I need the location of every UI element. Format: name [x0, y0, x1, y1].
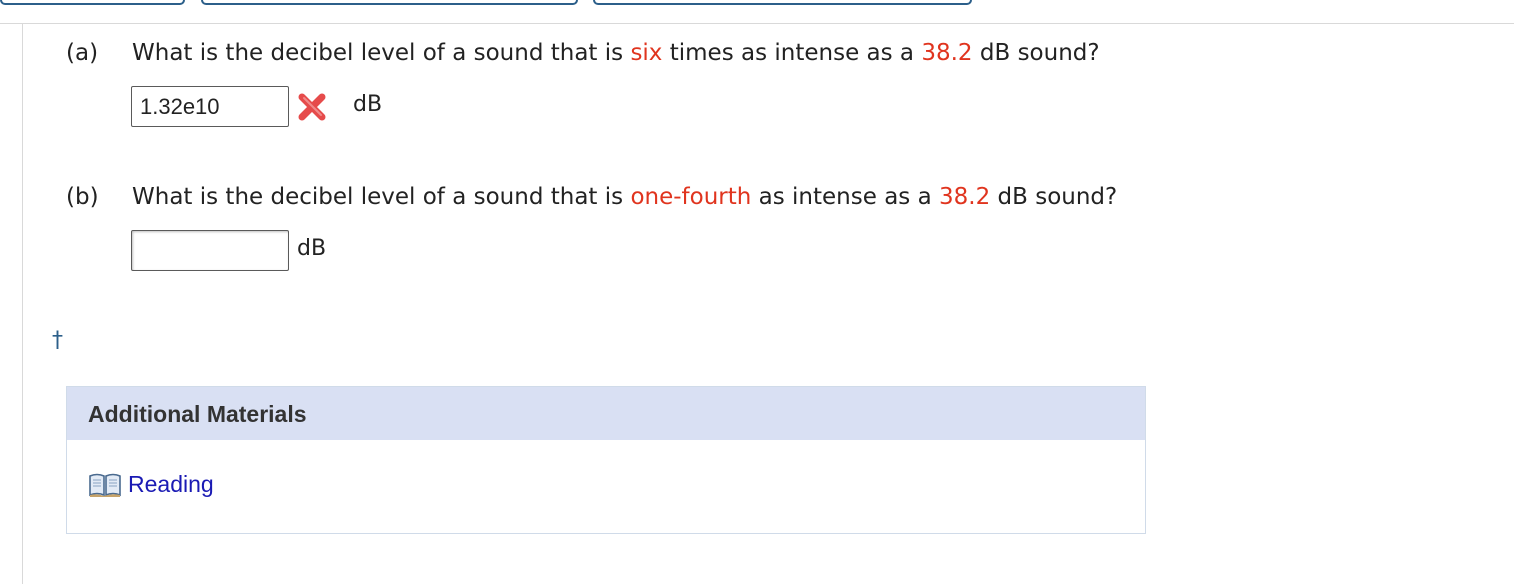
part-b-question: What is the decibel level of a sound tha… [132, 184, 1117, 210]
top-tab-2[interactable] [201, 0, 578, 5]
reading-link[interactable]: Reading [88, 471, 214, 498]
factor-value: one-fourth [630, 184, 752, 210]
part-a-question: What is the decibel level of a sound tha… [132, 40, 1100, 66]
question-text: times as intense as a [669, 40, 915, 66]
additional-materials-panel: Additional Materials Reading [66, 386, 1146, 534]
factor-value: six [630, 40, 663, 66]
additional-materials-header: Additional Materials [67, 387, 1145, 440]
tabstrip-divider [0, 23, 1514, 24]
level-value: 38.2 [939, 184, 991, 210]
question-text: dB sound? [979, 40, 1100, 66]
part-b-answer-input[interactable] [131, 230, 289, 271]
part-a-answer-input[interactable] [131, 86, 289, 127]
additional-materials-title: Additional Materials [88, 401, 307, 427]
part-b-unit: dB [297, 236, 327, 261]
level-value: 38.2 [921, 40, 973, 66]
part-b-label: (b) [66, 184, 99, 210]
top-tab-3[interactable] [593, 0, 972, 5]
question-text: dB sound? [997, 184, 1118, 210]
book-icon [89, 473, 121, 497]
reading-link-label[interactable]: Reading [128, 471, 214, 498]
part-a-label: (a) [66, 40, 99, 66]
footnote-dagger: † [52, 328, 63, 353]
top-tab-1[interactable] [0, 0, 185, 5]
question-text: as intense as a [758, 184, 932, 210]
question-text: What is the decibel level of a sound tha… [132, 184, 624, 210]
part-a-unit: dB [353, 92, 383, 117]
question-text: What is the decibel level of a sound tha… [132, 40, 624, 66]
incorrect-icon [298, 93, 326, 121]
left-border [22, 24, 23, 584]
